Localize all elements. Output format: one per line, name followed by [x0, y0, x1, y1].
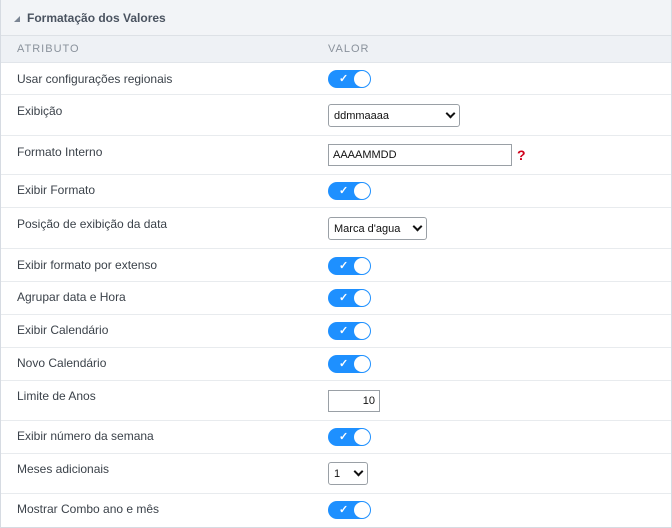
- column-header: ATRIBUTO VALOR: [1, 36, 671, 63]
- row-combo: Mostrar Combo ano e mês ✓: [1, 494, 671, 527]
- check-icon: ✓: [339, 73, 349, 85]
- toggle-knob: [354, 356, 370, 372]
- label-extenso: Exibir formato por extenso: [17, 258, 158, 272]
- collapse-triangle-icon[interactable]: [14, 15, 20, 22]
- check-icon: ✓: [339, 292, 349, 304]
- toggle-knob: [354, 183, 370, 199]
- row-agrupar: Agrupar data e Hora ✓: [1, 282, 671, 315]
- row-formato-interno: Formato Interno ?: [1, 136, 671, 175]
- select-meses-value: 1: [334, 467, 341, 480]
- toggle-knob: [354, 71, 370, 87]
- label-limite-anos: Limite de Anos: [17, 389, 96, 403]
- row-extenso: Exibir formato por extenso ✓: [1, 249, 671, 282]
- label-exibicao: Exibição: [17, 104, 63, 118]
- chevron-down-icon: [353, 466, 364, 477]
- row-posicao: Posição de exibição da data Marca d'agua: [1, 208, 671, 249]
- toggle-knob: [354, 258, 370, 274]
- select-posicao-value: Marca d'agua: [334, 222, 401, 235]
- toggle-semana[interactable]: ✓: [328, 428, 371, 446]
- row-semana: Exibir número da semana ✓: [1, 421, 671, 454]
- chevron-down-icon: [445, 108, 456, 119]
- toggle-knob: [354, 323, 370, 339]
- toggle-exibir-formato[interactable]: ✓: [328, 182, 371, 200]
- column-value: VALOR: [328, 43, 370, 55]
- row-limite-anos: Limite de Anos: [1, 381, 671, 421]
- row-calendario: Exibir Calendário ✓: [1, 315, 671, 348]
- label-exibir-formato: Exibir Formato: [17, 183, 96, 197]
- check-icon: ✓: [339, 431, 349, 443]
- toggle-knob: [354, 502, 370, 518]
- toggle-knob: [354, 290, 370, 306]
- label-formato-interno: Formato Interno: [17, 145, 103, 159]
- select-meses[interactable]: 1: [328, 462, 368, 485]
- row-novo-calendario: Novo Calendário ✓: [1, 348, 671, 381]
- label-regional: Usar configurações regionais: [17, 72, 173, 86]
- panel-header[interactable]: Formatação dos Valores: [1, 0, 671, 36]
- check-icon: ✓: [339, 358, 349, 370]
- formato-interno-input[interactable]: [328, 144, 512, 166]
- panel-title: Formatação dos Valores: [27, 10, 166, 25]
- label-posicao: Posição de exibição da data: [17, 217, 168, 231]
- select-posicao[interactable]: Marca d'agua: [328, 217, 427, 240]
- toggle-calendario[interactable]: ✓: [328, 322, 371, 340]
- row-meses: Meses adicionais 1: [1, 454, 671, 494]
- check-icon: ✓: [339, 325, 349, 337]
- label-novo-calendario: Novo Calendário: [17, 356, 107, 370]
- row-exibicao: Exibição ddmmaaaa: [1, 95, 671, 136]
- label-semana: Exibir número da semana: [17, 429, 154, 443]
- toggle-regional[interactable]: ✓: [328, 70, 371, 88]
- toggle-knob: [354, 429, 370, 445]
- help-icon[interactable]: ?: [517, 147, 526, 163]
- toggle-novo-calendario[interactable]: ✓: [328, 355, 371, 373]
- check-icon: ✓: [339, 260, 349, 272]
- label-agrupar: Agrupar data e Hora: [17, 290, 126, 304]
- label-combo: Mostrar Combo ano e mês: [17, 502, 160, 516]
- chevron-down-icon: [412, 221, 423, 232]
- row-regional: Usar configurações regionais ✓: [1, 63, 671, 95]
- formatting-panel: Formatação dos Valores ATRIBUTO VALOR Us…: [0, 0, 672, 528]
- label-calendario: Exibir Calendário: [17, 323, 109, 337]
- row-exibir-formato: Exibir Formato ✓: [1, 175, 671, 208]
- select-exibicao[interactable]: ddmmaaaa: [328, 104, 460, 127]
- toggle-extenso[interactable]: ✓: [328, 257, 371, 275]
- select-exibicao-value: ddmmaaaa: [334, 109, 390, 122]
- column-attribute: ATRIBUTO: [17, 43, 80, 55]
- check-icon: ✓: [339, 504, 349, 516]
- toggle-combo[interactable]: ✓: [328, 501, 371, 519]
- label-meses: Meses adicionais: [17, 462, 110, 476]
- limite-anos-input[interactable]: [328, 390, 380, 412]
- check-icon: ✓: [339, 185, 349, 197]
- toggle-agrupar[interactable]: ✓: [328, 289, 371, 307]
